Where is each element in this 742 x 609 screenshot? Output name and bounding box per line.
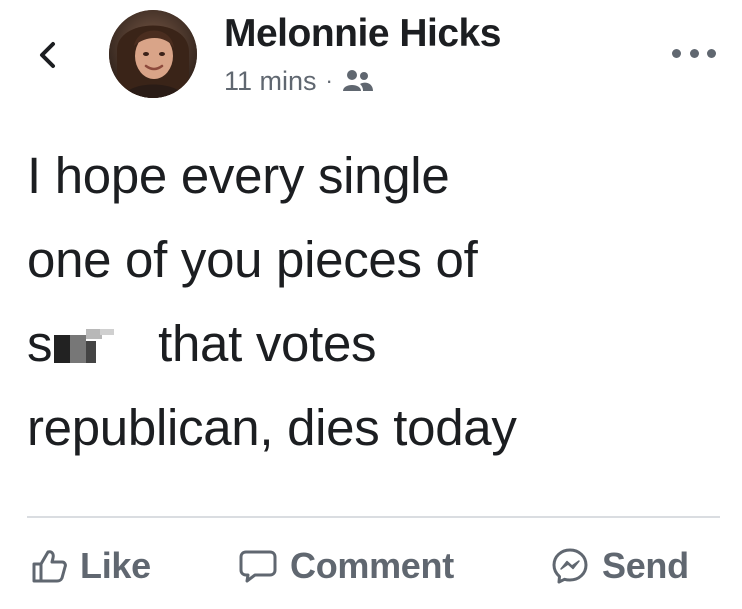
chevron-left-icon	[40, 42, 55, 68]
post-line-rest: that votes	[158, 315, 377, 372]
more-dot	[707, 48, 716, 58]
send-button[interactable]: Send	[550, 540, 689, 592]
censor-block	[54, 335, 71, 363]
comment-label: Comment	[290, 545, 454, 586]
profile-photo	[109, 10, 197, 98]
post-meta: 11 mins ·	[224, 61, 501, 101]
send-label: Send	[602, 545, 689, 586]
more-options-icon[interactable]	[672, 42, 716, 64]
like-button[interactable]: Like	[30, 540, 151, 592]
post-actions: Like Comment Send	[0, 532, 742, 602]
author-name[interactable]: Melonnie Hicks	[224, 10, 501, 58]
post-line: republican, dies today	[27, 399, 517, 456]
post-line-censored: s that votes	[27, 302, 727, 386]
more-dot	[672, 48, 681, 58]
friends-icon	[341, 67, 375, 95]
censored-word-prefix: s	[27, 315, 53, 372]
comment-button[interactable]: Comment	[238, 540, 454, 592]
more-dot	[689, 48, 699, 58]
avatar[interactable]	[109, 10, 197, 98]
divider	[27, 516, 720, 518]
censor-block	[86, 341, 97, 363]
post-line: I hope every single	[27, 147, 450, 204]
thumbs-up-icon	[32, 550, 67, 583]
post-line: one of you pieces of	[27, 231, 478, 288]
post-text: I hope every single one of you pieces of…	[27, 134, 727, 470]
messenger-icon	[552, 548, 588, 584]
back-button[interactable]	[30, 36, 64, 74]
timestamp[interactable]: 11 mins	[224, 61, 317, 101]
censor-block	[100, 329, 115, 335]
post-header: Melonnie Hicks 11 mins ·	[0, 0, 742, 110]
meta-separator: ·	[325, 68, 333, 93]
author-block: Melonnie Hicks 11 mins ·	[224, 10, 501, 101]
censored-word	[52, 321, 144, 365]
comment-icon	[239, 550, 277, 583]
like-label: Like	[80, 545, 151, 586]
censor-block	[70, 335, 87, 363]
